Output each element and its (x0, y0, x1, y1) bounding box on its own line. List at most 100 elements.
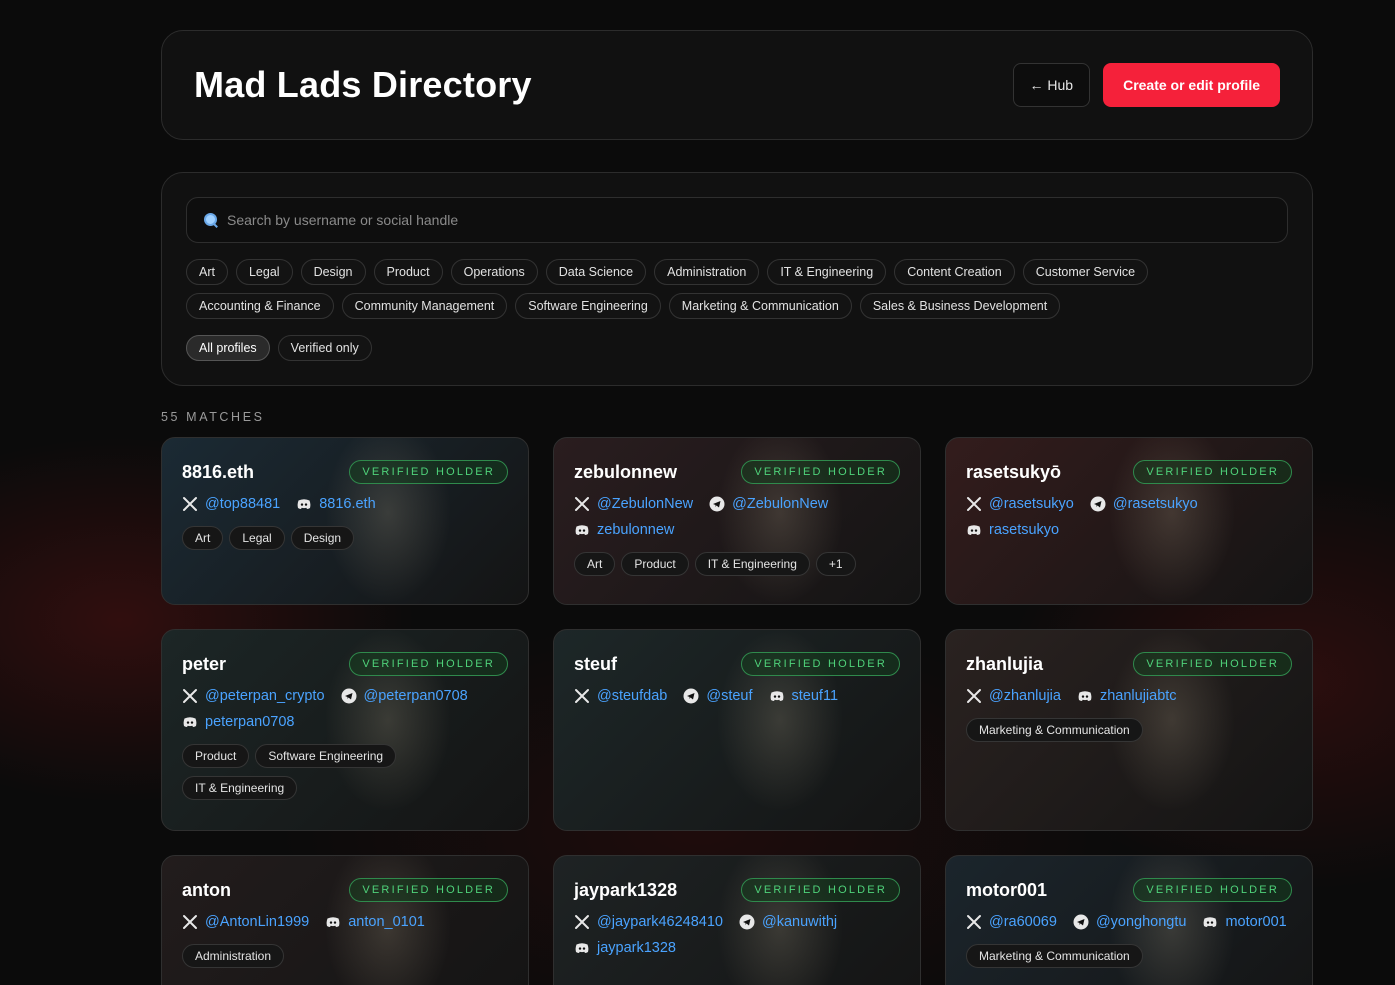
social-handle: zebulonnew (597, 522, 675, 538)
social-handle: @rasetsukyo (1112, 496, 1198, 512)
social-link-telegram[interactable]: @peterpan0708 (341, 688, 468, 704)
social-links: @AntonLin1999 anton_0101 (182, 914, 508, 930)
x-icon (182, 496, 198, 512)
category-chip[interactable]: Data Science (545, 259, 647, 285)
category-chip[interactable]: Customer Service (1022, 259, 1149, 285)
discord-icon (325, 914, 341, 930)
profile-card[interactable]: zebulonnew VERIFIED HOLDER @ZebulonNew @Zeb… (553, 437, 921, 605)
filter-panel: Art Legal Design Product Operations Data Scie… (161, 172, 1313, 386)
social-link-x[interactable]: @ra60069 (966, 914, 1057, 930)
social-link-discord[interactable]: peterpan0708 (182, 714, 295, 730)
profile-card[interactable]: zhanlujia VERIFIED HOLDER @zhanlujia zhanlu… (945, 629, 1313, 831)
social-handle: @steuf (706, 688, 753, 704)
social-link-x[interactable]: @steufdab (574, 688, 667, 704)
profile-card[interactable]: motor001 VERIFIED HOLDER @ra60069 @yonghong… (945, 855, 1313, 985)
social-handle: @jaypark46248410 (597, 914, 723, 930)
profile-card[interactable]: peter VERIFIED HOLDER @peterpan_crypto @pet… (161, 629, 529, 831)
create-profile-button[interactable]: Create or edit profile (1103, 63, 1280, 107)
social-link-x[interactable]: @peterpan_crypto (182, 688, 325, 704)
profile-username: jaypark1328 (574, 879, 678, 900)
social-link-telegram[interactable]: @ZebulonNew (709, 496, 828, 512)
social-link-discord[interactable]: anton_0101 (325, 914, 425, 930)
profile-grid: 8816.eth VERIFIED HOLDER @top88481 8816.eth… (161, 437, 1313, 985)
page-title: Mad Lads Directory (194, 64, 532, 105)
social-handle: @ZebulonNew (732, 496, 829, 512)
verified-only-toggle[interactable]: Verified only (277, 335, 372, 361)
category-chip[interactable]: Software Engineering (515, 293, 661, 319)
category-chip[interactable]: Marketing & Communication (668, 293, 852, 319)
category-chip[interactable]: Content Creation (894, 259, 1015, 285)
discord-icon (966, 522, 982, 538)
category-chip[interactable]: Community Management (341, 293, 508, 319)
social-link-discord[interactable]: 8816.eth (296, 496, 376, 512)
social-link-x[interactable]: @AntonLin1999 (182, 914, 309, 930)
category-chip[interactable]: Sales & Business Development (859, 293, 1061, 319)
social-link-discord[interactable]: motor001 (1202, 914, 1287, 930)
social-handle: @top88481 (205, 496, 281, 512)
verified-holder-badge: VERIFIED HOLDER (741, 878, 900, 902)
verified-holder-badge: VERIFIED HOLDER (349, 878, 508, 902)
profile-card[interactable]: anton VERIFIED HOLDER @AntonLin1999 anton_0… (161, 855, 529, 985)
category-chip[interactable]: Design (300, 259, 366, 285)
hub-button[interactable]: ← Hub (1012, 63, 1091, 107)
verified-holder-badge: VERIFIED HOLDER (1133, 878, 1292, 902)
social-links: @ra60069 @yonghongtu motor001 (966, 914, 1292, 930)
social-handle: @ZebulonNew (597, 496, 694, 512)
category-chip[interactable]: Operations (450, 259, 538, 285)
profile-username: peter (182, 653, 227, 674)
verified-holder-badge: VERIFIED HOLDER (741, 460, 900, 484)
social-link-telegram[interactable]: @rasetsukyo (1090, 496, 1198, 512)
profile-tag: Legal (229, 526, 285, 550)
social-link-x[interactable]: @jaypark46248410 (574, 914, 723, 930)
all-profiles-toggle[interactable]: All profiles (186, 335, 270, 361)
social-link-x[interactable]: @rasetsukyo (966, 496, 1074, 512)
profile-card[interactable]: jaypark1328 VERIFIED HOLDER @jaypark462484… (553, 855, 921, 985)
profile-tags: Product Software Engineering IT & Engineer… (182, 744, 508, 800)
social-handle: @ra60069 (989, 914, 1057, 930)
social-handle: peterpan0708 (205, 714, 295, 730)
social-link-discord[interactable]: rasetsukyo (966, 522, 1059, 538)
social-link-telegram[interactable]: @yonghongtu (1073, 914, 1186, 930)
category-chip[interactable]: Product (373, 259, 443, 285)
category-chip[interactable]: Administration (654, 259, 760, 285)
category-chip[interactable]: Art (186, 259, 228, 285)
search-bar (186, 197, 1288, 243)
discord-icon (574, 940, 590, 956)
card-header: anton VERIFIED HOLDER (182, 878, 508, 902)
social-link-x[interactable]: @top88481 (182, 496, 280, 512)
discord-icon (1077, 688, 1093, 704)
x-icon (182, 688, 198, 704)
profile-username: 8816.eth (182, 461, 255, 482)
verified-holder-badge: VERIFIED HOLDER (1133, 460, 1292, 484)
discord-icon (1202, 914, 1218, 930)
social-link-discord[interactable]: zebulonnew (574, 522, 674, 538)
verified-holder-badge: VERIFIED HOLDER (349, 460, 508, 484)
social-handle: @peterpan0708 (363, 688, 468, 704)
x-icon (966, 496, 982, 512)
social-link-discord[interactable]: zhanlujiabtc (1077, 688, 1177, 704)
search-input[interactable] (227, 212, 1271, 228)
social-handle: anton_0101 (348, 914, 425, 930)
profile-tag: Product (182, 744, 250, 768)
category-chip[interactable]: Legal (235, 259, 293, 285)
profile-card[interactable]: steuf VERIFIED HOLDER @steufdab @steuf steuf… (553, 629, 921, 831)
social-link-discord[interactable]: jaypark1328 (574, 940, 676, 956)
social-link-telegram[interactable]: @steuf (683, 688, 753, 704)
profile-tags: Art Product IT & Engineering +1 (574, 552, 900, 576)
social-handle: 8816.eth (319, 496, 376, 512)
social-link-telegram[interactable]: @kanuwithj (739, 914, 837, 930)
category-chip[interactable]: IT & Engineering (767, 259, 887, 285)
profile-card[interactable]: 8816.eth VERIFIED HOLDER @top88481 8816.eth… (161, 437, 529, 605)
social-link-x[interactable]: @zhanlujia (966, 688, 1061, 704)
header-actions: ← Hub Create or edit profile (1012, 63, 1280, 107)
match-count: 55 MATCHES (161, 410, 265, 424)
card-header: peter VERIFIED HOLDER (182, 652, 508, 676)
social-links: @steufdab @steuf steuf11 (574, 688, 900, 704)
social-link-discord[interactable]: steuf11 (769, 688, 838, 704)
social-link-x[interactable]: @ZebulonNew (574, 496, 693, 512)
social-handle: zhanlujiabtc (1099, 688, 1177, 704)
profile-card[interactable]: rasetsukyō VERIFIED HOLDER @rasetsukyo @ras… (945, 437, 1313, 605)
card-header: zhanlujia VERIFIED HOLDER (966, 652, 1292, 676)
verified-holder-badge: VERIFIED HOLDER (349, 652, 508, 676)
category-chip[interactable]: Accounting & Finance (186, 293, 334, 319)
